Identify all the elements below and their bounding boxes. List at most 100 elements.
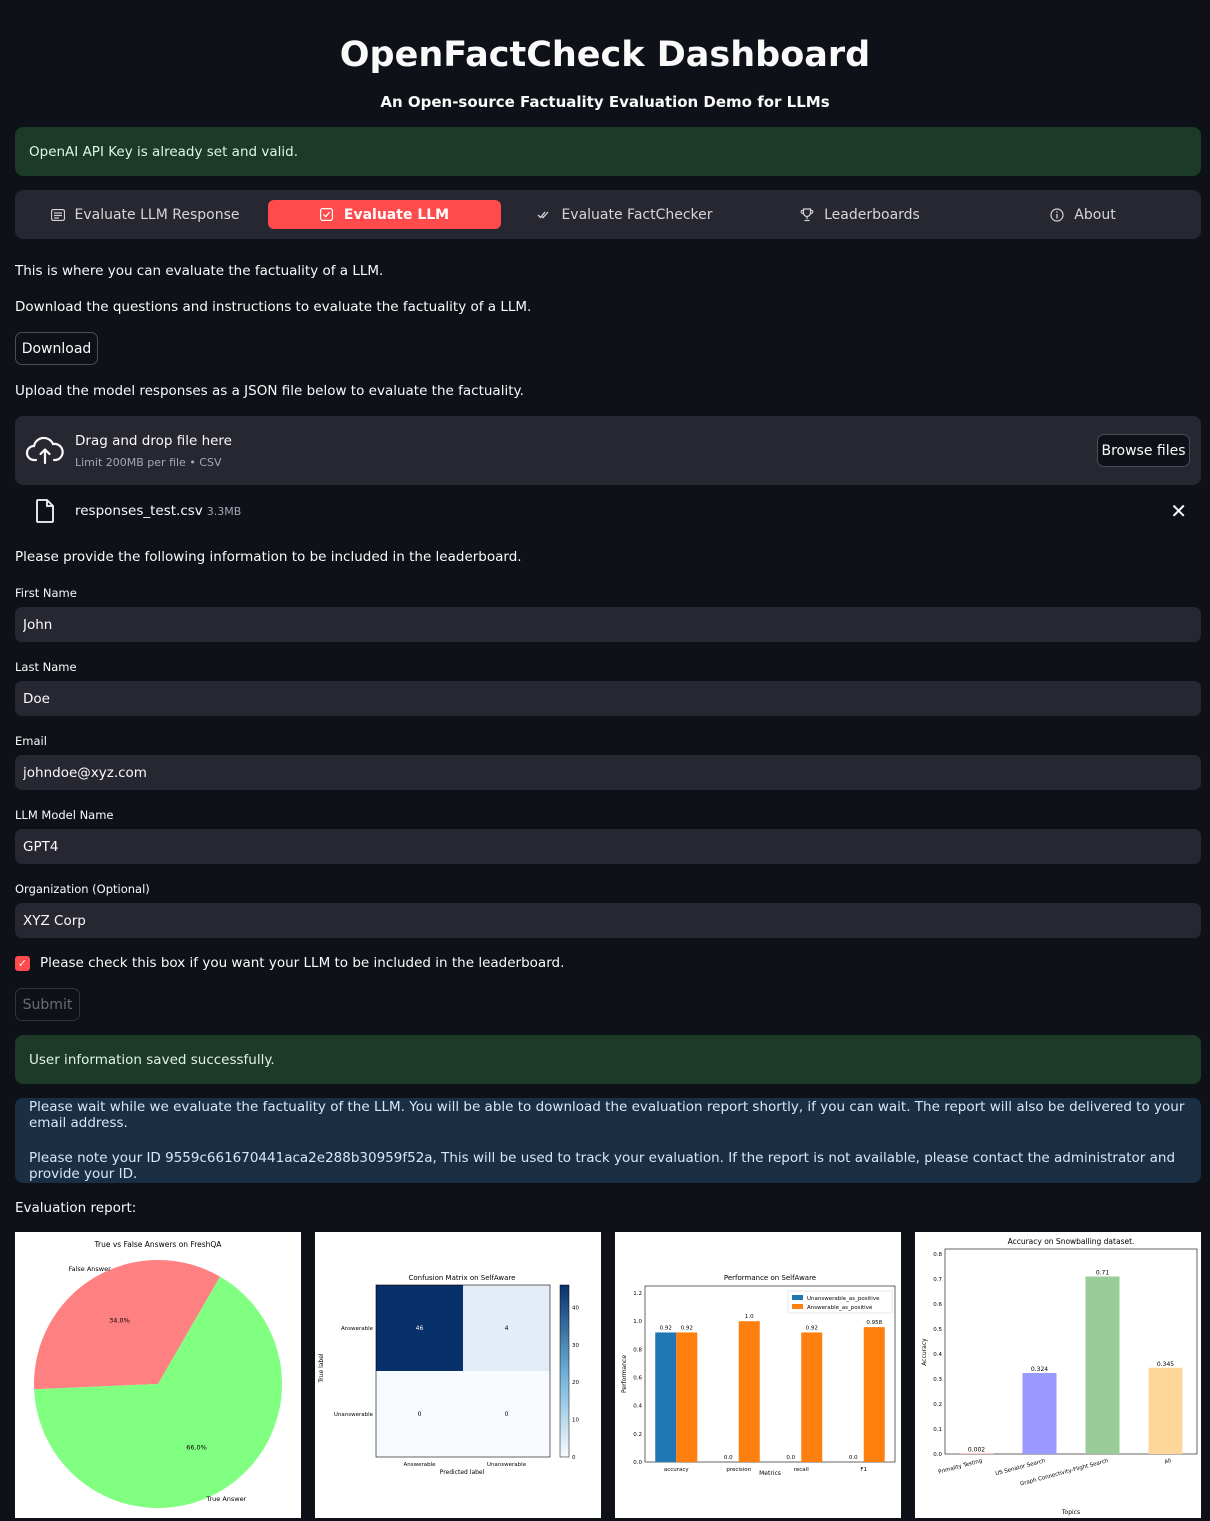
chart-title: True vs False Answers on FreshQA (94, 1240, 223, 1249)
close-icon[interactable]: ✕ (1170, 499, 1187, 523)
tab-evaluate-llm-response[interactable]: Evaluate LLM Response (35, 200, 255, 229)
page-title: OpenFactCheck Dashboard (339, 35, 871, 75)
info-line-id: Please note your ID 9559c661670441aca2e2… (29, 1150, 1176, 1182)
browse-files-button[interactable]: Browse files (1097, 434, 1190, 467)
pie-chart-freshqa: True vs False Answers on FreshQA 34.0% Fa… (15, 1232, 301, 1518)
slice-value-label: 66.0% (186, 1444, 207, 1452)
download-button[interactable]: Download (15, 332, 98, 365)
y-tick-label: 0.0 (933, 1452, 942, 1458)
y-axis-label: True label (318, 1353, 325, 1383)
model-name-input[interactable] (15, 829, 1201, 864)
y-axis-label: Accuracy (921, 1338, 928, 1366)
snowballing-bar-chart: Accuracy on Snowballing dataset. Topics … (915, 1232, 1201, 1518)
y-tick-label: 0.4 (633, 1404, 642, 1410)
dropzone-limit: Limit 200MB per file • CSV (75, 456, 222, 469)
tab-evaluate-factchecker[interactable]: Evaluate FactChecker (515, 200, 735, 229)
matrix-cell-value: 0 (505, 1411, 509, 1418)
success-alert-text: User information saved successfully. (29, 1051, 275, 1068)
organization-input[interactable] (15, 903, 1201, 938)
bar (1085, 1276, 1120, 1454)
bar-value-label: 0.002 (968, 1447, 985, 1454)
bar-value-label: 0.0 (724, 1455, 733, 1461)
organization-label: Organization (Optional) (15, 882, 150, 896)
email-input[interactable] (15, 755, 1201, 790)
download-instructions: Download the questions and instructions … (15, 299, 532, 315)
bar-value-label: 0.958 (866, 1320, 882, 1326)
file-name: responses_test.csv (75, 503, 203, 519)
x-tick-label: Primality Testing (938, 1458, 983, 1476)
x-axis-label: Topics (1061, 1509, 1080, 1516)
x-tick-label: accuracy (664, 1467, 690, 1473)
leaderboard-checkbox[interactable]: ✓ (15, 955, 30, 971)
bar-value-label: 0.345 (1157, 1361, 1174, 1368)
y-tick-label: 0.6 (633, 1376, 642, 1382)
matrix-cell-value: 4 (505, 1325, 509, 1332)
bar (959, 1453, 994, 1454)
bar-value-label: 0.71 (1096, 1270, 1110, 1277)
legend-label: Unanswerable_as_positive (807, 1296, 880, 1302)
slice-category-label: True Answer (205, 1495, 246, 1503)
bar (655, 1332, 677, 1462)
dropzone-title: Drag and drop file here (75, 433, 232, 449)
tab-evaluate-llm[interactable]: Evaluate LLM (268, 200, 501, 229)
bar (1148, 1367, 1183, 1454)
tab-about[interactable]: About (983, 200, 1183, 229)
uploaded-file: responses_test.csv 3.3MB ✕ (15, 495, 1201, 531)
x-tick-label: Answerable (403, 1462, 436, 1468)
bar (676, 1332, 698, 1462)
tab-leaderboards[interactable]: Leaderboards (750, 200, 970, 229)
api-key-alert-text: OpenAI API Key is already set and valid. (29, 143, 298, 160)
matrix-cell-value: 0 (418, 1411, 422, 1418)
leaderboard-checkbox-label: Please check this box if you want your L… (40, 955, 565, 971)
bar (738, 1321, 760, 1462)
y-tick-label: 1.0 (633, 1319, 642, 1325)
first-name-input[interactable] (15, 607, 1201, 642)
info-line-wait: Please wait while we evaluate the factua… (29, 1099, 1185, 1131)
x-tick-label: Unanswerable (487, 1462, 527, 1468)
performance-bar-chart: Performance on SelfAware Metrics Perform… (615, 1232, 901, 1518)
slice-category-label: False Answer (68, 1265, 111, 1273)
bar (801, 1332, 823, 1462)
bar-value-label: 0.92 (806, 1325, 818, 1331)
first-name-label: First Name (15, 586, 77, 600)
y-tick-label: 0.8 (633, 1347, 642, 1353)
tab-label: About (1074, 206, 1116, 223)
upload-instructions: Upload the model responses as a JSON fil… (15, 383, 524, 399)
x-axis-label: Metrics (759, 1470, 781, 1477)
double-check-icon (537, 208, 551, 222)
x-tick-label: All (1164, 1458, 1173, 1466)
report-label: Evaluation report: (15, 1200, 137, 1216)
intro-text: This is where you can evaluate the factu… (15, 263, 384, 279)
colorbar-tick-label: 40 (572, 1305, 579, 1311)
x-axis-label: Predicted label (440, 1469, 485, 1476)
y-tick-label: Answerable (341, 1326, 374, 1332)
file-size: 3.3MB (206, 505, 242, 518)
form-intro: Please provide the following information… (15, 549, 522, 565)
y-tick-label: 0.3 (933, 1377, 942, 1383)
bar-value-label: 1.0 (745, 1314, 754, 1320)
bar-value-label: 0.0 (849, 1455, 858, 1461)
y-tick-label: 0.7 (933, 1277, 942, 1283)
chart-title: Performance on SelfAware (724, 1274, 816, 1282)
y-tick-label: 0.8 (933, 1252, 942, 1258)
tab-label: Leaderboards (824, 206, 920, 223)
chart-title: Confusion Matrix on SelfAware (409, 1274, 516, 1282)
x-tick-label: F1 (860, 1467, 867, 1473)
y-tick-label: 0.2 (633, 1432, 642, 1438)
list-icon (50, 208, 65, 222)
last-name-label: Last Name (15, 660, 77, 674)
y-tick-label: 0.1 (933, 1427, 942, 1433)
slice-value-label: 34.0% (109, 1316, 130, 1324)
bar (1022, 1373, 1057, 1454)
submit-button[interactable]: Submit (15, 988, 80, 1021)
colorbar-tick-label: 10 (572, 1418, 579, 1424)
x-tick-label: precision (726, 1467, 751, 1473)
file-dropzone[interactable]: Drag and drop file here Limit 200MB per … (15, 416, 1201, 485)
page-subtitle: An Open-source Factuality Evaluation Dem… (380, 93, 830, 111)
email-label: Email (15, 734, 47, 748)
last-name-input[interactable] (15, 681, 1201, 716)
colorbar-tick-label: 0 (572, 1455, 576, 1461)
bar (863, 1327, 885, 1462)
app-frame: OpenFactCheck Dashboard An Open-source F… (5, 5, 1205, 1521)
y-tick-label: 0.2 (933, 1402, 942, 1408)
